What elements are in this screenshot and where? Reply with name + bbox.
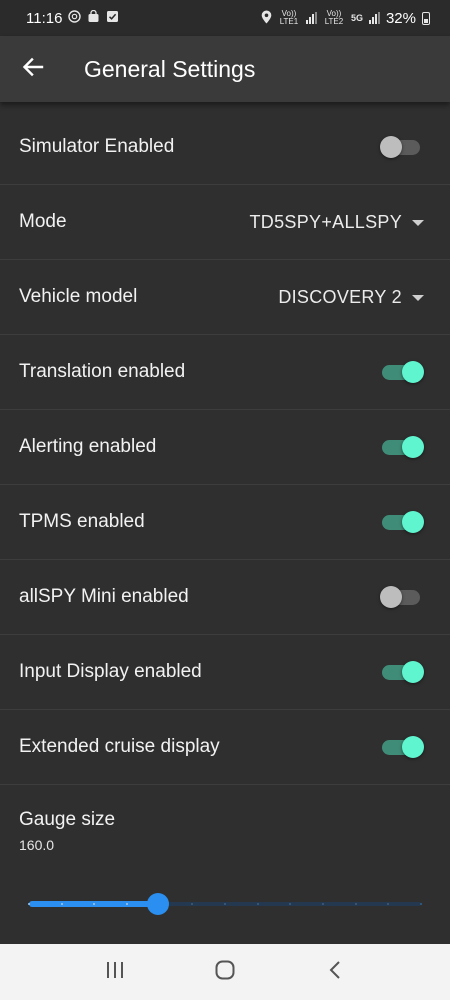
setting-label: Mode xyxy=(19,211,67,232)
input-display-toggle[interactable] xyxy=(380,659,424,685)
page-title: General Settings xyxy=(84,55,256,82)
translation-toggle[interactable] xyxy=(380,359,424,385)
setting-mode[interactable]: Mode TD5SPY+ALLSPY xyxy=(0,185,450,260)
simulator-toggle[interactable] xyxy=(380,134,424,160)
setting-vehicle-model[interactable]: Vehicle model DISCOVERY 2 xyxy=(0,260,450,335)
back-icon xyxy=(328,960,342,985)
setting-label: Simulator Enabled xyxy=(19,136,175,157)
system-nav-bar xyxy=(0,944,450,1000)
extended-cruise-toggle[interactable] xyxy=(380,734,424,760)
volte-lte1-icon: Vo)) LTE1 xyxy=(279,9,299,26)
status-bar-left: 11:16 xyxy=(26,10,119,27)
signal-icon xyxy=(368,12,380,24)
setting-label: Extended cruise display xyxy=(19,736,220,757)
battery-icon xyxy=(422,11,430,25)
battery-percent: 32% xyxy=(385,9,416,27)
status-time: 11:16 xyxy=(26,9,63,27)
allspy-mini-toggle[interactable] xyxy=(380,584,424,610)
setting-input-display-enabled[interactable]: Input Display enabled xyxy=(0,635,450,710)
vehicle-model-value: DISCOVERY 2 xyxy=(278,286,402,307)
slider-tick xyxy=(126,903,128,905)
slider-tick xyxy=(224,903,226,905)
setting-extended-cruise-display[interactable]: Extended cruise display xyxy=(0,710,450,785)
5g-icon: 5G xyxy=(350,13,363,23)
slider-thumb[interactable] xyxy=(147,893,170,915)
bag-icon xyxy=(87,9,100,26)
gauge-size-slider[interactable] xyxy=(28,892,422,916)
slider-tick xyxy=(354,903,357,905)
home-icon xyxy=(214,959,236,986)
signal-icon xyxy=(305,12,317,24)
tpms-toggle[interactable] xyxy=(380,509,424,535)
status-bar-right: Vo)) LTE1 Vo)) LTE2 5G 32% xyxy=(261,10,430,27)
setting-label: TPMS enabled xyxy=(19,511,145,532)
setting-label: Alerting enabled xyxy=(19,436,157,457)
home-button[interactable] xyxy=(200,947,250,997)
mode-value: TD5SPY+ALLSPY xyxy=(249,211,402,232)
gauge-size-label: Gauge size xyxy=(19,809,116,830)
slider-tick xyxy=(322,903,324,905)
gauge-size-value: 160.0 xyxy=(19,837,55,853)
slider-tick xyxy=(256,903,259,905)
setting-translation-enabled[interactable]: Translation enabled xyxy=(0,335,450,410)
setting-label: allSPY Mini enabled xyxy=(19,586,189,607)
location-icon xyxy=(261,10,272,27)
settings-list: Simulator Enabled Mode TD5SPY+ALLSPY Veh… xyxy=(0,110,450,945)
setting-allspy-mini-enabled[interactable]: allSPY Mini enabled xyxy=(0,560,450,635)
setting-alerting-enabled[interactable]: Alerting enabled xyxy=(0,410,450,485)
back-button[interactable] xyxy=(0,36,66,102)
volte-lte2-icon: Vo)) LTE2 xyxy=(324,9,344,26)
status-bar: 11:16 Vo)) LTE1 Vo)) LTE2 5G 32% xyxy=(0,0,450,36)
slider-tick xyxy=(60,903,63,905)
check-icon xyxy=(106,10,119,26)
setting-simulator-enabled[interactable]: Simulator Enabled xyxy=(0,110,450,185)
slider-tick xyxy=(420,903,422,905)
chevron-down-icon xyxy=(412,220,424,226)
slider-tick xyxy=(28,903,30,905)
setting-label: Translation enabled xyxy=(19,361,186,382)
vehicle-model-dropdown[interactable]: DISCOVERY 2 xyxy=(278,287,424,308)
setting-label: Vehicle model xyxy=(19,286,138,307)
setting-tpms-enabled[interactable]: TPMS enabled xyxy=(0,485,450,560)
wallet-icon xyxy=(68,10,82,26)
alerting-toggle[interactable] xyxy=(380,434,424,460)
arrow-back-icon xyxy=(22,56,44,83)
recent-apps-button[interactable] xyxy=(90,947,140,997)
setting-label: Input Display enabled xyxy=(19,661,202,682)
chevron-down-icon xyxy=(412,295,424,301)
gauge-size-setting: Gauge size 160.0 xyxy=(0,785,450,945)
mode-dropdown[interactable]: TD5SPY+ALLSPY xyxy=(250,212,424,233)
recent-apps-icon xyxy=(105,961,125,984)
nav-back-button[interactable] xyxy=(310,947,360,997)
app-bar: General Settings xyxy=(0,36,450,102)
